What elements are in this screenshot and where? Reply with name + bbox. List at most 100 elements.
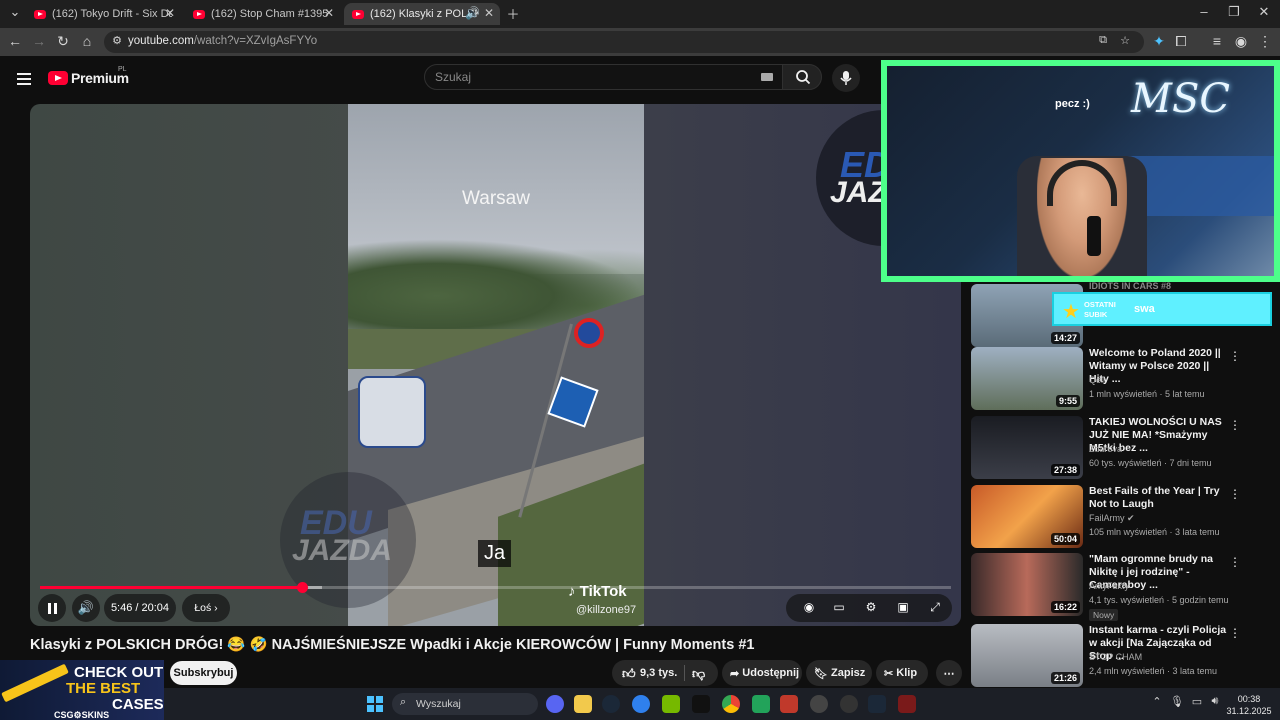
video-thumbnail[interactable]: 9:55 [971,347,1083,410]
search-box[interactable] [424,64,784,90]
browser-tab-tokyo-drift[interactable]: (162) Tokyo Drift - Six Days (4K) ✕ [26,3,181,25]
restore-icon[interactable]: ❐ [1219,4,1249,20]
home-icon[interactable]: ⌂ [78,33,96,49]
thumbs-up-icon[interactable]: 👍︎ [622,666,636,682]
progress-bar[interactable] [40,582,951,593]
spreadsheet-icon[interactable] [752,695,770,713]
fullscreen-icon[interactable]: ⤢ [926,600,944,616]
recommended-video[interactable]: 50:04 Best Fails of the Year | Try Not t… [971,485,1271,551]
recommended-video[interactable]: 16:22 "Mam ogromne brudy na Nikitę i jej… [971,553,1271,621]
subscribe-button[interactable]: Subskrybuj [170,661,237,685]
share-icon: ➦ [730,667,743,680]
pause-button[interactable] [38,594,66,622]
csgoskins-ad-banner[interactable]: CHECK OUT THE BEST CASES CSG⚙SKINS [0,660,164,720]
search-button[interactable] [782,64,822,90]
app-icon[interactable] [810,695,828,713]
progress-scrubber[interactable] [296,582,308,593]
more-vert-icon[interactable]: ⋮ [1229,555,1241,569]
close-window-icon[interactable]: ✕ [1249,4,1279,20]
steam-icon[interactable] [602,695,620,713]
video-thumbnail[interactable]: 50:04 [971,485,1083,548]
keyboard-icon[interactable] [761,73,773,81]
app-icon[interactable] [632,695,650,713]
share-button[interactable]: ➦ Udostępnij [722,660,802,686]
clip-button[interactable]: ✂ Klip [876,660,928,686]
forward-icon[interactable]: → [30,33,48,49]
file-explorer-icon[interactable] [574,695,592,713]
settings-gear-icon[interactable]: ⚙ [862,600,880,616]
media-control-icon[interactable]: ≡ [1208,33,1226,49]
more-vert-icon[interactable]: ⋮ [1229,487,1241,501]
new-tab-icon[interactable]: ＋ [498,4,528,23]
recommended-video[interactable]: 27:38 TAKIEJ WOLNOŚCI U NAS JUŻ NIE MA! … [971,416,1271,482]
close-tab-icon[interactable]: ✕ [484,6,494,20]
browser-menu-icon[interactable]: ⋮ [1256,33,1274,50]
extension-icon[interactable]: ✦ [1150,33,1168,50]
nvidia-icon[interactable] [662,695,680,713]
steam-icon[interactable] [868,695,886,713]
more-actions-button[interactable]: ⋯ [936,660,962,686]
mic-tray-icon[interactable]: 🎙︎ [1168,695,1186,708]
theater-mode-icon[interactable]: ▣ [894,600,912,616]
video-player[interactable]: EDU JAZDA Warsaw Ja ♪ TikTok @killzone97… [30,104,961,626]
recommended-video[interactable]: 21:26 Instant karma - czyli Policja w ak… [971,624,1271,690]
close-tab-icon[interactable]: ✕ [165,6,175,20]
more-vert-icon[interactable]: ⋮ [1229,349,1241,363]
channel-name[interactable]: AntyFakty [1089,581,1129,591]
app-icon[interactable] [780,695,798,713]
address-bar[interactable]: ⚙ youtube.com/watch?v=XZvIgAsFYYo ⧉ ☆ [104,31,1144,53]
extensions-puzzle-icon[interactable]: ⧠ [1172,33,1190,50]
hamburger-menu-icon[interactable] [17,70,31,88]
recommended-video[interactable]: 9:55 Welcome to Poland 2020 || Witamy w … [971,347,1271,413]
video-thumbnail[interactable]: 16:22 [971,553,1083,616]
recommended-title[interactable]: Best Fails of the Year | Try Not to Laug… [1089,485,1227,511]
subtitles-icon[interactable]: ▭ [830,600,848,616]
search-input[interactable] [435,70,735,84]
channel-name[interactable]: FailArmy ✔ [1089,513,1135,524]
pause-icon [53,602,57,614]
install-app-icon[interactable]: ⧉ [1094,34,1112,47]
tiktok-username: @killzone97 [576,604,637,616]
channel-name[interactable]: Zdarova [1089,444,1122,454]
voice-search-button[interactable] [832,64,860,92]
channel-name[interactable]: Qeli [1089,375,1105,385]
tab-audio-icon[interactable]: 🔊 [465,6,480,20]
network-icon[interactable]: ▭ [1188,695,1206,708]
bookmark-star-icon[interactable]: ☆ [1116,34,1134,47]
video-thumbnail[interactable]: 27:38 [971,416,1083,479]
video-meta: 105 mln wyświetleń · 3 lata temu [1089,527,1220,537]
taskbar-search[interactable]: ⌕ Wyszukaj [392,693,538,715]
tray-chevron-icon[interactable]: ⌃ [1148,695,1166,708]
browser-tab-klasyki[interactable]: (162) Klasyki z POLSKICH DRÓG! 🔊 ✕ [344,3,500,25]
duration-badge: 27:38 [1050,464,1080,476]
more-vert-icon[interactable]: ⋮ [1229,418,1241,432]
back-icon[interactable]: ← [6,33,24,49]
youtube-premium-logo[interactable]: Premium [48,70,129,86]
volume-button[interactable]: 🔊 [72,594,100,622]
browser-tab-stop-cham[interactable]: (162) Stop Cham #1395 - Niebezpieczne ✕ [185,3,340,25]
profile-avatar-icon[interactable]: ◉ [1232,33,1250,50]
speaker-icon[interactable]: 🔊︎ [1206,695,1224,708]
app-icon[interactable] [898,695,916,713]
autoplay-toggle-icon[interactable]: ◉ [800,600,818,616]
site-info-icon[interactable]: ⚙ [108,34,126,47]
save-label: Zapisz [831,667,866,679]
reload-icon[interactable]: ↻ [54,33,72,50]
like-dislike-group: 👍︎ 9,3 tys. 👎︎ [612,660,718,686]
chrome-icon[interactable] [722,695,740,713]
app-icon[interactable] [692,695,710,713]
like-count[interactable]: 9,3 tys. [640,667,677,679]
windows-start-icon[interactable] [367,696,383,712]
channel-name[interactable]: STOP CHAM [1089,652,1142,662]
video-thumbnail[interactable]: 21:26 [971,624,1083,687]
chapter-button[interactable]: Łoś › [182,594,230,622]
close-tab-icon[interactable]: ✕ [324,6,334,20]
thumbs-down-icon[interactable]: 👎︎ [692,666,705,682]
recommended-title[interactable]: Welcome to Poland 2020 || Witamy w Polsc… [1089,347,1227,386]
app-icon[interactable] [840,695,858,713]
save-button[interactable]: 🔖︎ Zapisz [806,660,872,686]
discord-icon[interactable] [546,695,564,713]
more-vert-icon[interactable]: ⋮ [1229,626,1241,640]
minimize-icon[interactable]: – [1189,4,1219,19]
taskbar-clock[interactable]: 00:38 31.12.2025 [1224,693,1274,717]
